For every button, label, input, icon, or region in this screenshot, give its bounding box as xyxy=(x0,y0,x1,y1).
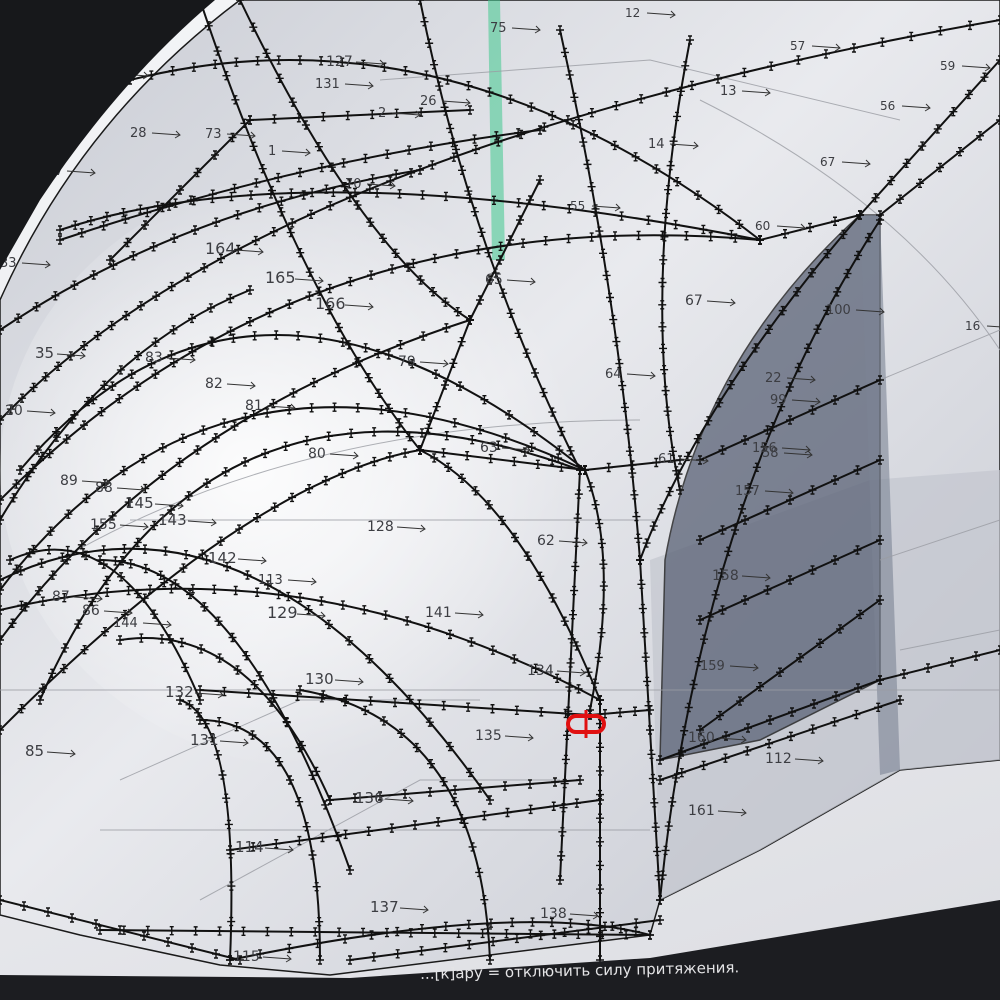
panel-number-label: 166 xyxy=(315,294,346,313)
panel-number-label: 2 xyxy=(378,106,386,121)
panel-number-label: 82 xyxy=(205,376,223,392)
panel-number-label: 73 xyxy=(205,127,222,142)
panel-number-label: 55 xyxy=(570,199,585,213)
panel-number-label: 83 xyxy=(145,350,163,366)
panel-number-label: 56 xyxy=(880,99,895,113)
panel-number-label: 100 xyxy=(826,303,851,318)
panel-number-label: 142 xyxy=(208,549,237,567)
panel-number-label: 145 xyxy=(125,494,154,512)
panel-number-label: 62 xyxy=(537,533,555,549)
panel-number-label: 16 xyxy=(965,319,980,333)
panel-number-label: 132 xyxy=(165,683,194,701)
panel-number-label: 20 xyxy=(5,403,23,419)
label-leader-arrow xyxy=(119,71,149,80)
panel-number-label: 75 xyxy=(490,21,507,36)
panel-number-label: 33 xyxy=(0,256,17,271)
panel-number-label: 135 xyxy=(475,728,502,744)
dome-wireframe-model[interactable]: 1211271312267512575913567773128146770556… xyxy=(0,0,1000,1000)
panel-number-label: 129 xyxy=(267,603,298,622)
panel-number-label: 141 xyxy=(425,605,452,621)
panel-number-label: 22 xyxy=(765,371,782,386)
panel-number-label: 131 xyxy=(190,731,219,749)
status-text: ...[к]ару = отключить силу притяжения. xyxy=(420,958,740,983)
panel-number-label: 12 xyxy=(625,6,640,20)
panel-number-label: 65 xyxy=(485,272,503,288)
panel-number-label: 1 xyxy=(268,144,276,159)
panel-number-label: 158 xyxy=(712,568,739,584)
panel-number-label: 121 xyxy=(90,66,117,82)
panel-number-label: 131 xyxy=(315,77,340,92)
panel-number-label: 59 xyxy=(940,59,955,73)
panel-number-label: 161 xyxy=(688,803,715,819)
panel-number-label: 26 xyxy=(420,94,437,109)
panel-number-label: 79 xyxy=(398,354,416,370)
screen: 121 127 131 2 26 75 12 57 59 13 56 77 73 1 28 14 67 70 55 6… xyxy=(0,0,1000,1000)
panel-number-label: 127 xyxy=(326,54,353,70)
panel-number-label: 77 xyxy=(45,161,64,179)
status-bar: ...[к]ару = отключить силу притяжения. xyxy=(0,955,1000,1000)
panel-number-label: 114 xyxy=(235,838,264,856)
panel-number-label: 60 xyxy=(755,219,770,233)
panel-number-label: 128 xyxy=(367,519,394,535)
panel-number-label: 157 xyxy=(735,484,760,499)
panel-number-label: 13 xyxy=(720,84,737,99)
panel-number-label: 160 xyxy=(688,730,715,746)
panel-number-label: 61 xyxy=(658,452,675,467)
panel-number-label: 81 xyxy=(245,398,263,414)
panel-number-label: 86 xyxy=(82,603,100,619)
panel-number-label: 159 xyxy=(700,659,725,674)
panel-number-label: 155 xyxy=(90,517,117,533)
panel-number-label: 80 xyxy=(308,446,326,462)
panel-number-label: 35 xyxy=(35,344,54,362)
panel-number-label: 57 xyxy=(790,39,805,53)
panel-number-label: 14 xyxy=(648,137,665,152)
panel-number-label: 87 xyxy=(52,589,70,605)
panel-number-label: 89 xyxy=(60,473,78,489)
panel-number-label: 64 xyxy=(605,367,622,382)
panel-number-label: 143 xyxy=(158,511,187,529)
panel-number-label: 70 xyxy=(345,177,362,192)
panel-number-label: 67 xyxy=(685,293,703,309)
panel-number-label: 85 xyxy=(25,742,44,760)
panel-number-label: 164 xyxy=(205,239,236,258)
panel-number-label: 134 xyxy=(527,663,554,679)
panel-number-label: 67 xyxy=(820,155,835,169)
3d-viewport[interactable]: 121 127 131 2 26 75 12 57 59 13 56 77 73 1 28 14 67 70 55 6… xyxy=(0,0,1000,1000)
panel-number-label: 130 xyxy=(305,670,334,688)
panel-number-label: 99 xyxy=(770,393,787,408)
panel-number-label: 58 xyxy=(762,446,779,461)
panel-number-label: 137 xyxy=(370,898,399,916)
panel-number-label: 28 xyxy=(130,126,147,141)
panel-number-label: 136 xyxy=(355,789,384,807)
panel-number-label: 165 xyxy=(265,268,296,287)
panel-number-label: 144 xyxy=(113,616,138,631)
panel-number-label: 138 xyxy=(540,906,567,922)
panel-number-label: 63 xyxy=(480,440,498,456)
panel-number-label: 113 xyxy=(258,573,283,588)
panel-number-label: 112 xyxy=(765,751,792,767)
